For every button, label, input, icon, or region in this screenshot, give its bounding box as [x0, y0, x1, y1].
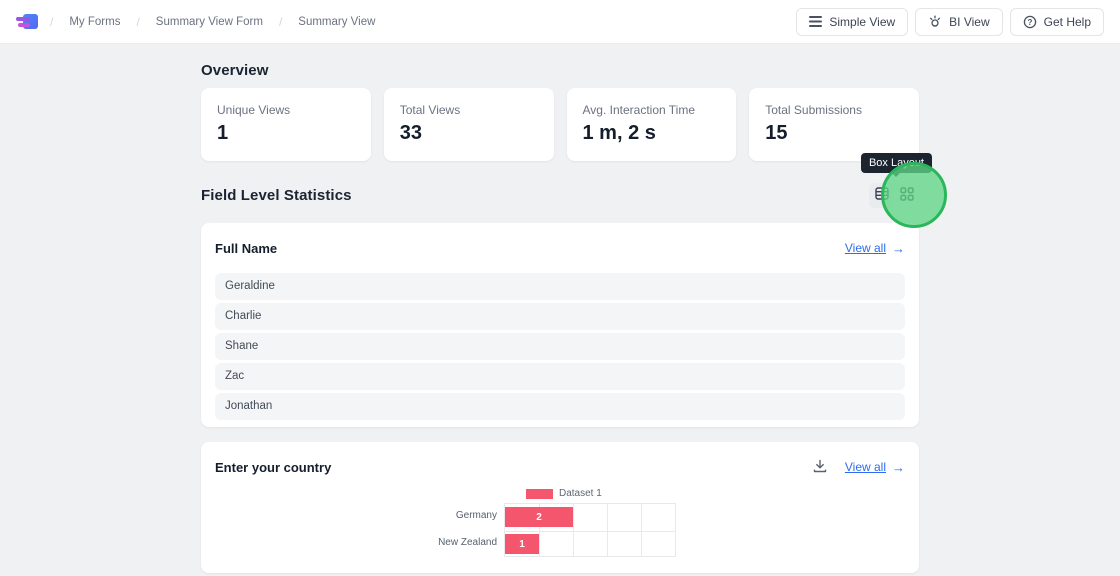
stat-value: 1	[217, 122, 355, 145]
stat-card-avg-interaction-time: Avg. Interaction Time 1 m, 2 s	[567, 88, 737, 161]
bar-germany[interactable]: 2	[505, 507, 573, 527]
logo-bar	[18, 23, 30, 27]
breadcrumb-separator: /	[50, 15, 53, 29]
list-layout-icon	[875, 187, 889, 203]
list-item: Charlie	[215, 303, 905, 330]
full-name-card-title: Full Name	[215, 241, 277, 256]
list-item: Geraldine	[215, 273, 905, 300]
stat-value: 15	[765, 122, 903, 145]
full-name-view-all-link[interactable]: View all →	[845, 241, 905, 256]
category-label-new-zealand: New Zealand	[397, 537, 497, 548]
view-all-label: View all	[845, 241, 886, 255]
app-logo-icon[interactable]	[16, 13, 38, 31]
bi-view-button[interactable]: BI View	[915, 8, 1002, 36]
breadcrumb-summary-view-form[interactable]: Summary View Form	[156, 16, 263, 28]
simple-view-label: Simple View	[829, 15, 895, 29]
chart-plot-area: 2 1	[504, 503, 676, 557]
svg-text:?: ?	[1027, 17, 1032, 26]
list-layout-button[interactable]	[869, 183, 894, 208]
list-item: Shane	[215, 333, 905, 360]
field-level-statistics-title: Field Level Statistics	[201, 187, 352, 204]
download-icon	[813, 459, 827, 476]
topbar-actions: Simple View BI View ? Get Help	[796, 8, 1104, 36]
menu-icon	[809, 16, 822, 27]
simple-view-button[interactable]: Simple View	[796, 8, 908, 36]
box-layout-button[interactable]	[894, 183, 919, 208]
stat-card-total-submissions: Total Submissions 15	[749, 88, 919, 161]
list-item: Zac	[215, 363, 905, 390]
gridline	[607, 504, 608, 556]
stat-label: Total Submissions	[765, 103, 903, 117]
get-help-button[interactable]: ? Get Help	[1010, 8, 1104, 36]
breadcrumb-my-forms[interactable]: My Forms	[69, 16, 120, 28]
gridline	[573, 504, 574, 556]
gridline	[641, 504, 642, 556]
help-icon: ?	[1023, 15, 1037, 29]
stat-label: Total Views	[400, 103, 538, 117]
stat-value: 33	[400, 122, 538, 145]
logo-bar	[16, 17, 30, 21]
box-layout-tooltip: Box Layout	[861, 153, 932, 173]
view-all-label: View all	[845, 460, 886, 474]
stat-label: Avg. Interaction Time	[583, 103, 721, 117]
overview-stats: Unique Views 1 Total Views 33 Avg. Inter…	[201, 88, 919, 161]
download-chart-button[interactable]	[813, 459, 827, 476]
list-item: Jonathan	[215, 393, 905, 420]
arrow-right-icon: →	[892, 241, 905, 256]
gridline	[505, 531, 675, 532]
bar-value-label: 1	[519, 539, 525, 550]
breadcrumb: / My Forms / Summary View Form / Summary…	[50, 15, 375, 29]
bulb-icon	[928, 15, 942, 29]
stat-value: 1 m, 2 s	[583, 122, 721, 145]
stat-card-total-views: Total Views 33	[384, 88, 554, 161]
legend-label: Dataset 1	[559, 488, 602, 499]
legend-swatch	[526, 489, 553, 499]
full-name-card: Full Name View all → Geraldine Charlie S…	[201, 223, 919, 427]
layout-toggle-group	[869, 183, 919, 208]
country-bar-chart: Dataset 1 Germany New Zealand 2 1	[215, 486, 905, 573]
category-label-germany: Germany	[397, 510, 497, 521]
overview-title: Overview	[201, 44, 919, 79]
arrow-right-icon: →	[892, 460, 905, 475]
full-name-entries: Geraldine Charlie Shane Zac Jonathan	[215, 273, 905, 420]
bar-new-zealand[interactable]: 1	[505, 534, 539, 554]
bar-value-label: 2	[536, 512, 542, 523]
breadcrumb-separator: /	[279, 15, 282, 29]
country-view-all-link[interactable]: View all →	[845, 460, 905, 475]
breadcrumb-summary-view[interactable]: Summary View	[298, 16, 375, 28]
country-card: Enter your country View all → Da	[201, 442, 919, 573]
chart-legend[interactable]: Dataset 1	[526, 488, 602, 499]
box-layout-icon	[900, 187, 914, 204]
breadcrumb-separator: /	[136, 15, 139, 29]
get-help-label: Get Help	[1044, 15, 1091, 29]
bi-view-label: BI View	[949, 15, 989, 29]
topbar: / My Forms / Summary View Form / Summary…	[0, 0, 1120, 44]
field-level-statistics-header: Field Level Statistics Box Layout	[201, 182, 919, 208]
country-card-title: Enter your country	[215, 460, 331, 475]
stat-card-unique-views: Unique Views 1	[201, 88, 371, 161]
stat-label: Unique Views	[217, 103, 355, 117]
